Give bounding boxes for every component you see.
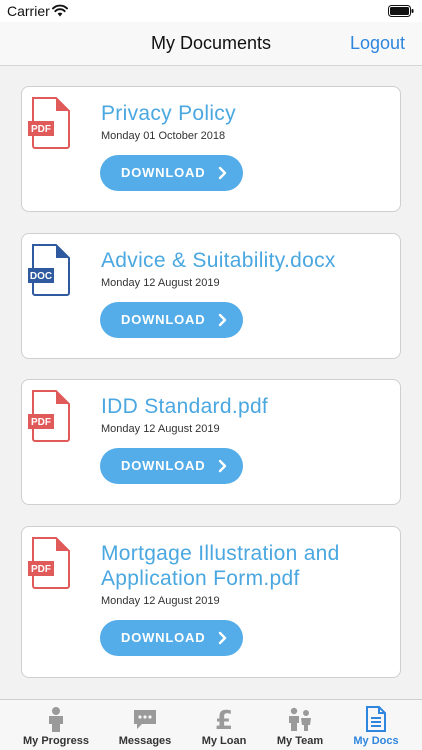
document-card: DOC Advice & Suitability.docx Monday 12 … (21, 233, 401, 359)
doc-file-icon: DOC (28, 244, 70, 296)
pound-icon: £ (215, 706, 233, 732)
document-date: Monday 01 October 2018 (101, 130, 226, 142)
document-date: Monday 12 August 2019 (101, 277, 220, 289)
download-label: DOWNLOAD (121, 458, 206, 473)
team-icon (289, 707, 311, 731)
tab-my-team[interactable]: My Team (258, 700, 342, 750)
nav-bar: My Documents Logout (0, 22, 422, 66)
chevron-right-icon (218, 459, 227, 473)
tab-label: My Progress (22, 735, 90, 747)
download-button[interactable]: DOWNLOAD (100, 448, 243, 484)
battery-icon (388, 5, 414, 17)
document-date: Monday 12 August 2019 (101, 595, 220, 607)
download-button[interactable]: DOWNLOAD (100, 155, 243, 191)
file-type-label: DOC (30, 271, 52, 282)
pdf-file-icon: PDF (28, 390, 70, 442)
person-icon (49, 707, 63, 732)
chevron-right-icon (218, 166, 227, 180)
document-icon (366, 706, 386, 732)
download-button[interactable]: DOWNLOAD (100, 302, 243, 338)
document-title: Privacy Policy (101, 102, 236, 125)
tab-label: My Loan (201, 735, 247, 747)
document-title: Mortgage Illustration and Application Fo… (101, 542, 340, 590)
wifi-icon (52, 4, 68, 17)
download-button[interactable]: DOWNLOAD (100, 620, 243, 656)
download-label: DOWNLOAD (121, 312, 206, 327)
logout-button[interactable]: Logout (350, 33, 405, 54)
file-type-label: PDF (31, 417, 51, 428)
chat-icon (134, 710, 156, 729)
file-type-label: PDF (31, 124, 51, 135)
file-type-label: PDF (31, 564, 51, 575)
tab-messages[interactable]: Messages (103, 700, 187, 750)
tab-label: Messages (118, 735, 172, 747)
tab-label: My Docs (353, 735, 399, 747)
pdf-file-icon: PDF (28, 97, 70, 149)
pdf-file-icon: PDF (28, 537, 70, 589)
document-card: PDF Mortgage Illustration and Applicatio… (21, 526, 401, 678)
chevron-right-icon (218, 631, 227, 645)
document-card: PDF IDD Standard.pdf Monday 12 August 20… (21, 379, 401, 505)
tab-my-loan[interactable]: £ My Loan (182, 700, 266, 750)
svg-text:£: £ (215, 706, 233, 732)
carrier-label: Carrier (7, 3, 50, 19)
tab-label: My Team (276, 735, 324, 747)
tab-my-progress[interactable]: My Progress (14, 700, 98, 750)
tab-bar: My Progress Messages £ My Loan My Team M… (0, 699, 422, 750)
document-date: Monday 12 August 2019 (101, 423, 220, 435)
chevron-right-icon (218, 313, 227, 327)
tab-my-docs[interactable]: My Docs (334, 700, 418, 750)
download-label: DOWNLOAD (121, 630, 206, 645)
download-label: DOWNLOAD (121, 165, 206, 180)
document-card: PDF Privacy Policy Monday 01 October 201… (21, 86, 401, 212)
document-title: Advice & Suitability.docx (101, 249, 336, 272)
status-bar: Carrier (0, 0, 422, 22)
document-title: IDD Standard.pdf (101, 395, 269, 418)
